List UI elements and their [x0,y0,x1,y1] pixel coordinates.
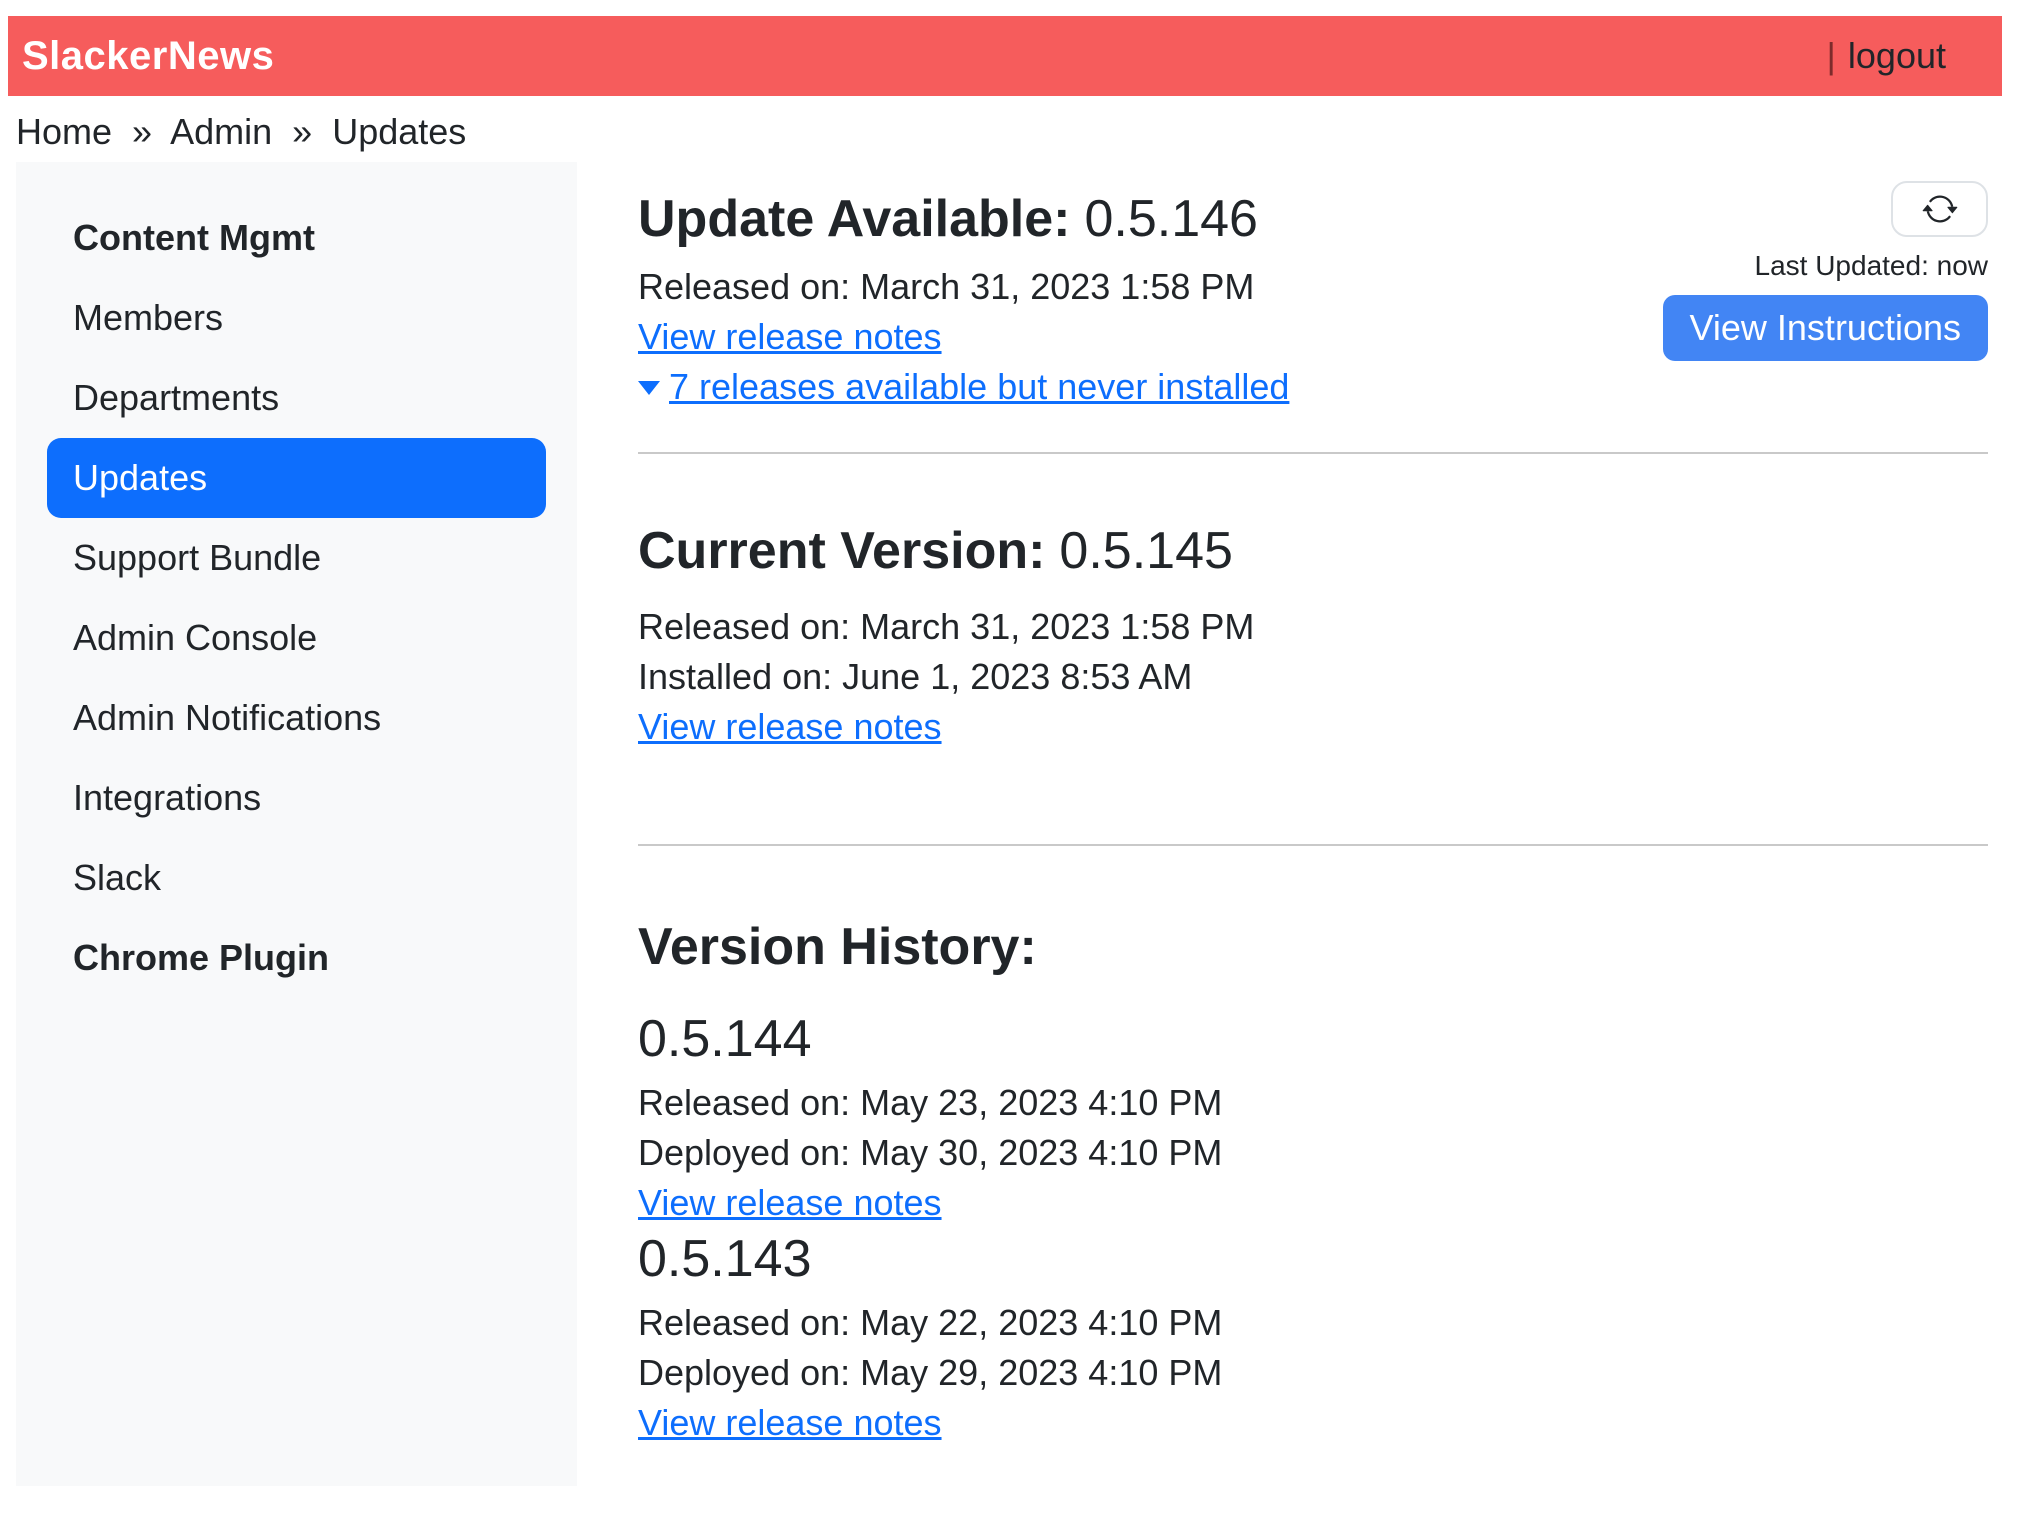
entry-released-on: Released on: May 22, 2023 4:10 PM [638,1298,1988,1348]
update-controls: Last Updated: now View Instructions [1663,162,1988,361]
current-version-section: Current Version:0.5.145 Released on: Mar… [638,520,1988,752]
current-released-on: Released on: March 31, 2023 1:58 PM [638,602,1988,652]
sidebar-item-members[interactable]: Members [47,278,546,358]
current-version-heading: Current Version:0.5.145 [638,520,1988,582]
refresh-button[interactable] [1891,181,1988,237]
release-notes-link[interactable]: View release notes [638,706,942,747]
releases-toggle-label: 7 releases available but never installed [669,366,1289,407]
view-instructions-button[interactable]: View Instructions [1663,295,1988,361]
version-history-entry: 0.5.144 Released on: May 23, 2023 4:10 P… [638,1008,1988,1228]
version-history-entry: 0.5.143 Released on: May 22, 2023 4:10 P… [638,1228,1988,1448]
breadcrumb-separator: » [132,111,152,152]
release-notes-link[interactable]: View release notes [638,1402,942,1443]
caret-down-icon [638,381,660,395]
content-area: Update Available:0.5.146 Released on: Ma… [577,162,2028,1448]
update-available-label: Update Available: [638,190,1070,248]
update-available-heading: Update Available:0.5.146 [638,188,1289,250]
sidebar-item-admin-notifications[interactable]: Admin Notifications [47,678,546,758]
sidebar-item-content-mgmt[interactable]: Content Mgmt [47,198,546,278]
sidebar-item-integrations[interactable]: Integrations [47,758,546,838]
main-layout: Content Mgmt Members Departments Updates… [0,162,2028,1486]
update-released-on: Released on: March 31, 2023 1:58 PM [638,262,1289,312]
current-version-number: 0.5.145 [1059,522,1233,580]
breadcrumb-separator: » [292,111,312,152]
update-available-version: 0.5.146 [1084,190,1258,248]
breadcrumb-item-admin[interactable]: Admin [170,111,272,152]
version-history-section: Version History: 0.5.144 Released on: Ma… [638,916,1988,1448]
sidebar-item-updates[interactable]: Updates [47,438,546,518]
current-version-label: Current Version: [638,522,1045,580]
divider [638,844,1988,846]
breadcrumb: Home » Admin » Updates [16,96,2012,162]
version-number: 0.5.143 [638,1228,1988,1290]
brand-title: SlackerNews [22,34,274,79]
version-history-heading: Version History: [638,916,1988,978]
app-header: SlackerNews | logout [8,16,2002,96]
update-available-section: Update Available:0.5.146 Released on: Ma… [638,162,1289,412]
sidebar-item-admin-console[interactable]: Admin Console [47,598,546,678]
release-notes-link[interactable]: View release notes [638,1182,942,1223]
releases-toggle-link[interactable]: 7 releases available but never installed [638,366,1289,407]
entry-released-on: Released on: May 23, 2023 4:10 PM [638,1078,1988,1128]
logout-link[interactable]: logout [1848,35,1946,77]
entry-deployed-on: Deployed on: May 30, 2023 4:10 PM [638,1128,1988,1178]
logout-area: | logout [1827,35,1946,77]
sidebar: Content Mgmt Members Departments Updates… [16,162,577,1486]
release-notes-link[interactable]: View release notes [638,316,942,357]
breadcrumb-item-home[interactable]: Home [16,111,112,152]
divider [638,452,1988,454]
current-installed-on: Installed on: June 1, 2023 8:53 AM [638,652,1988,702]
entry-deployed-on: Deployed on: May 29, 2023 4:10 PM [638,1348,1988,1398]
sidebar-item-chrome-plugin[interactable]: Chrome Plugin [47,918,546,998]
last-updated-text: Last Updated: now [1755,249,1989,283]
logout-separator: | [1827,35,1836,77]
version-number: 0.5.144 [638,1008,1988,1070]
sidebar-item-departments[interactable]: Departments [47,358,546,438]
sidebar-item-slack[interactable]: Slack [47,838,546,918]
update-available-row: Update Available:0.5.146 Released on: Ma… [638,162,1988,412]
sidebar-item-support-bundle[interactable]: Support Bundle [47,518,546,598]
breadcrumb-item-updates: Updates [332,111,466,152]
arrow-repeat-icon [1922,191,1958,227]
